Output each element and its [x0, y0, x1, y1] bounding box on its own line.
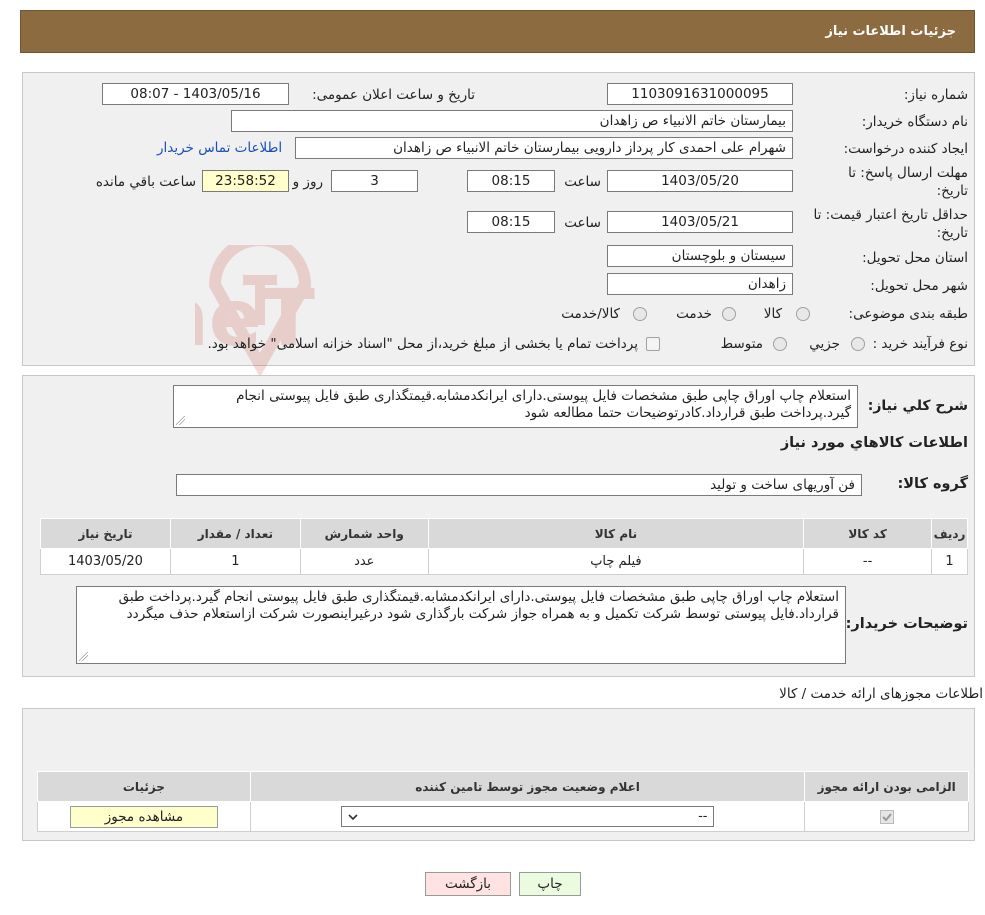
requester-field: شهرام علی احمدی کار پرداز دارویی بیمارست… [295, 137, 793, 159]
col-details: جزئیات [37, 771, 251, 802]
required-checkbox[interactable] [879, 809, 894, 824]
deadline-date-field: 1403/05/20 [607, 170, 793, 192]
category-option-service: خدمت [676, 306, 712, 322]
process-option-small: جزیي [809, 336, 840, 352]
buyer-org-field: بیمارستان خاتم الانبیاء ص زاهدان [231, 110, 793, 132]
col-qty: تعداد / مقدار [169, 518, 301, 549]
cell-code: -- [803, 548, 933, 575]
col-status: اعلام وضعیت مجوز توسط تامین کننده [249, 771, 806, 802]
category-option-goods: کالا [763, 306, 782, 322]
deadline-time-field: 08:15 [467, 170, 555, 192]
summary-label: شرح کلي نياز: [867, 398, 968, 414]
days-count-field: 3 [331, 170, 418, 192]
table-row: 1 -- فیلم چاپ عدد 1 1403/05/20 [40, 548, 968, 575]
category-radio-goods-service[interactable] [633, 307, 647, 321]
process-option-medium: متوسط [720, 336, 763, 352]
cell-unit: عدد [299, 548, 429, 575]
process-radio-small[interactable] [851, 337, 865, 351]
validity-label: حداقل تاریخ اعتبار قیمت: تا تاریخ: [813, 207, 968, 241]
city-label: شهر محل تحویل: [870, 278, 968, 294]
resize-grip-icon[interactable] [79, 652, 88, 661]
goods-group-field: فن آوریهای ساخت و تولید [176, 474, 862, 496]
remaining-label: ساعت باقي مانده [95, 174, 196, 190]
process-radio-medium[interactable] [773, 337, 787, 351]
days-label: روز و [292, 174, 323, 190]
remaining-time-field: 23:58:52 [202, 170, 289, 192]
col-code: کد کالا [803, 518, 933, 549]
cell-row: 1 [931, 548, 968, 575]
col-required: الزامی بودن ارائه مجوز [804, 771, 969, 802]
cell-name: فیلم چاپ [427, 548, 805, 575]
summary-text: استعلام چاپ اوراق چاپی طبق مشخصات فایل پ… [236, 388, 851, 421]
licenses-table-header: الزامی بودن ارائه مجوز اعلام وضعیت مجوز … [37, 771, 969, 802]
buyer-notes-text: استعلام چاپ اوراق چاپی طبق مشخصات فایل پ… [118, 589, 839, 622]
col-date: تاریخ نیاز [40, 518, 171, 549]
cell-qty: 1 [169, 548, 301, 575]
cell-date: 1403/05/20 [40, 548, 171, 575]
deadline-label: مهلت ارسال پاسخ: تا تاریخ: [848, 165, 968, 199]
back-button[interactable]: بازگشت [425, 872, 511, 896]
buyer-notes-label: توضیحات خریدار: [845, 616, 968, 632]
resize-grip-icon[interactable] [176, 416, 185, 425]
need-number-label: شماره نیاز: [903, 87, 968, 103]
process-label: نوع فرآیند خرید : [872, 336, 968, 352]
process-note: پرداخت تمام یا بخشی از مبلغ خرید،از محل … [207, 336, 638, 352]
category-option-goods-service: کالا/خدمت [561, 306, 620, 322]
province-label: استان محل تحویل: [862, 250, 968, 266]
goods-table: رديف کد کالا نام کالا واحد شمارش تعداد /… [40, 518, 968, 575]
table-row: -- مشاهده مجوز [37, 801, 969, 832]
page-header: جزئیات اطلاعات نیاز [20, 10, 975, 53]
cell-status: -- [249, 801, 806, 832]
cell-details: مشاهده مجوز [37, 801, 251, 832]
col-name: نام کالا [427, 518, 805, 549]
validity-time-field: 08:15 [467, 211, 555, 233]
province-field: سیستان و بلوچستان [607, 245, 793, 267]
requester-label: ایجاد کننده درخواست: [843, 141, 968, 157]
goods-info-title: اطلاعات کالاهاي مورد نياز [780, 435, 968, 451]
validity-time-label: ساعت [564, 215, 601, 231]
chevron-down-icon [348, 814, 358, 821]
goods-group-label: گروه کالا: [897, 476, 968, 492]
col-row: رديف [931, 518, 968, 549]
license-status-value: -- [698, 809, 708, 824]
view-license-button[interactable]: مشاهده مجوز [69, 805, 218, 828]
announce-label: تاریخ و ساعت اعلان عمومی: [312, 87, 475, 103]
need-number-field: 1103091631000095 [607, 83, 793, 105]
licenses-title: اطلاعات مجوزهای ارائه خدمت / کالا [779, 686, 983, 702]
validity-date-field: 1403/05/21 [607, 211, 793, 233]
check-icon [881, 812, 892, 821]
buyer-org-label: نام دستگاه خریدار: [861, 114, 968, 130]
city-field: زاهدان [607, 273, 793, 295]
print-button[interactable]: چاپ [519, 872, 581, 896]
goods-table-header: رديف کد کالا نام کالا واحد شمارش تعداد /… [40, 518, 968, 549]
buyer-contact-link[interactable]: اطلاعات تماس خریدار [157, 140, 282, 156]
category-radio-service[interactable] [722, 307, 736, 321]
announce-field: 1403/05/16 - 08:07 [102, 83, 289, 105]
licenses-table: الزامی بودن ارائه مجوز اعلام وضعیت مجوز … [37, 771, 969, 832]
col-unit: واحد شمارش [299, 518, 429, 549]
summary-textarea: استعلام چاپ اوراق چاپی طبق مشخصات فایل پ… [173, 385, 858, 428]
cell-required [804, 801, 969, 832]
treasury-checkbox[interactable] [646, 337, 660, 351]
license-status-select[interactable]: -- [341, 806, 715, 827]
deadline-time-label: ساعت [564, 174, 601, 190]
category-radio-goods[interactable] [796, 307, 810, 321]
buyer-notes-textarea: استعلام چاپ اوراق چاپی طبق مشخصات فایل پ… [76, 586, 846, 664]
category-label: طبقه بندی موضوعی: [848, 306, 968, 322]
page-title: جزئیات اطلاعات نیاز [825, 24, 956, 39]
